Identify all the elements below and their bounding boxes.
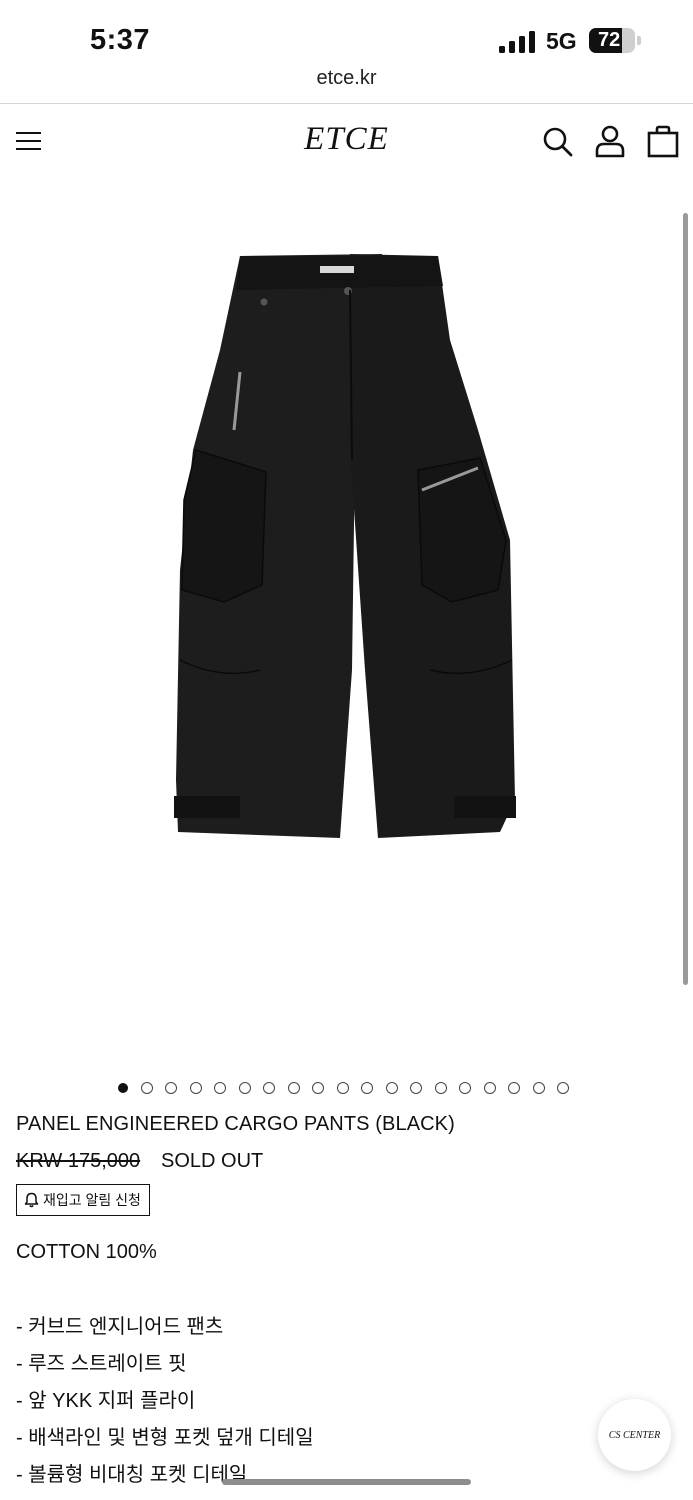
- bell-icon: [24, 1192, 39, 1208]
- pagination-dot-active[interactable]: [118, 1083, 128, 1093]
- site-logo[interactable]: ETCE: [0, 121, 693, 158]
- home-indicator[interactable]: [222, 1479, 471, 1485]
- battery-icon: 72: [589, 28, 641, 53]
- pagination-dot[interactable]: [410, 1082, 422, 1094]
- pagination-dot[interactable]: [508, 1082, 520, 1094]
- feature-item: - 루즈 스트레이트 핏: [16, 1353, 187, 1375]
- pagination-dot[interactable]: [287, 1082, 300, 1094]
- feature-item: - 앞 YKK 지퍼 플라이: [16, 1390, 196, 1412]
- pagination-dot[interactable]: [483, 1082, 496, 1094]
- pagination-dot[interactable]: [263, 1082, 275, 1094]
- feature-item: - 배색라인 및 변형 포켓 덮개 디테일: [16, 1427, 314, 1449]
- restock-alert-button[interactable]: 재입고 알림 신청: [16, 1184, 150, 1216]
- pagination-dot[interactable]: [140, 1082, 153, 1094]
- pagination-dot[interactable]: [385, 1082, 398, 1094]
- network-type: 5G: [546, 28, 577, 54]
- pagination-dot[interactable]: [459, 1082, 471, 1094]
- pagination-dot[interactable]: [361, 1082, 373, 1094]
- pagination-dot[interactable]: [238, 1082, 251, 1094]
- product-image[interactable]: [160, 240, 530, 850]
- pagination-dot[interactable]: [214, 1082, 226, 1094]
- cellular-signal-icon: [499, 31, 535, 53]
- cart-bag-icon[interactable]: [646, 124, 680, 158]
- search-icon[interactable]: [540, 124, 574, 158]
- divider: [0, 103, 693, 104]
- pagination-dot[interactable]: [557, 1082, 569, 1094]
- pagination-dot[interactable]: [434, 1082, 447, 1094]
- restock-alert-label: 재입고 알림 신청: [43, 1192, 141, 1208]
- pagination-dot[interactable]: [532, 1082, 545, 1094]
- battery-percent: 72: [598, 29, 621, 51]
- sold-out-badge: SOLD OUT: [161, 1150, 264, 1172]
- hamburger-menu-icon[interactable]: [16, 128, 42, 154]
- cs-center-button[interactable]: CS CENTER: [598, 1399, 671, 1471]
- pagination-dot[interactable]: [189, 1082, 202, 1094]
- status-time: 5:37: [90, 24, 151, 56]
- cs-center-label: CS CENTER: [608, 1429, 661, 1441]
- feature-item: - 커브드 엔지니어드 팬츠: [16, 1316, 224, 1338]
- image-scrollbar[interactable]: [683, 213, 688, 985]
- pagination-dot[interactable]: [165, 1082, 177, 1094]
- pagination-dot[interactable]: [336, 1082, 349, 1094]
- url-bar[interactable]: etce.kr: [0, 67, 693, 90]
- feature-list: - 커브드 엔지니어드 팬츠 - 루즈 스트레이트 핏 - 앞 YKK 지퍼 플…: [16, 1315, 314, 1500]
- status-bar: 5:37 5G 72: [0, 0, 693, 62]
- product-price: KRW 175,000: [16, 1150, 141, 1172]
- product-material: COTTON 100%: [16, 1241, 157, 1263]
- pagination-dot[interactable]: [312, 1082, 324, 1094]
- account-icon[interactable]: [593, 124, 627, 158]
- image-pagination[interactable]: [118, 1082, 578, 1096]
- product-title: PANEL ENGINEERED CARGO PANTS (BLACK): [16, 1113, 455, 1135]
